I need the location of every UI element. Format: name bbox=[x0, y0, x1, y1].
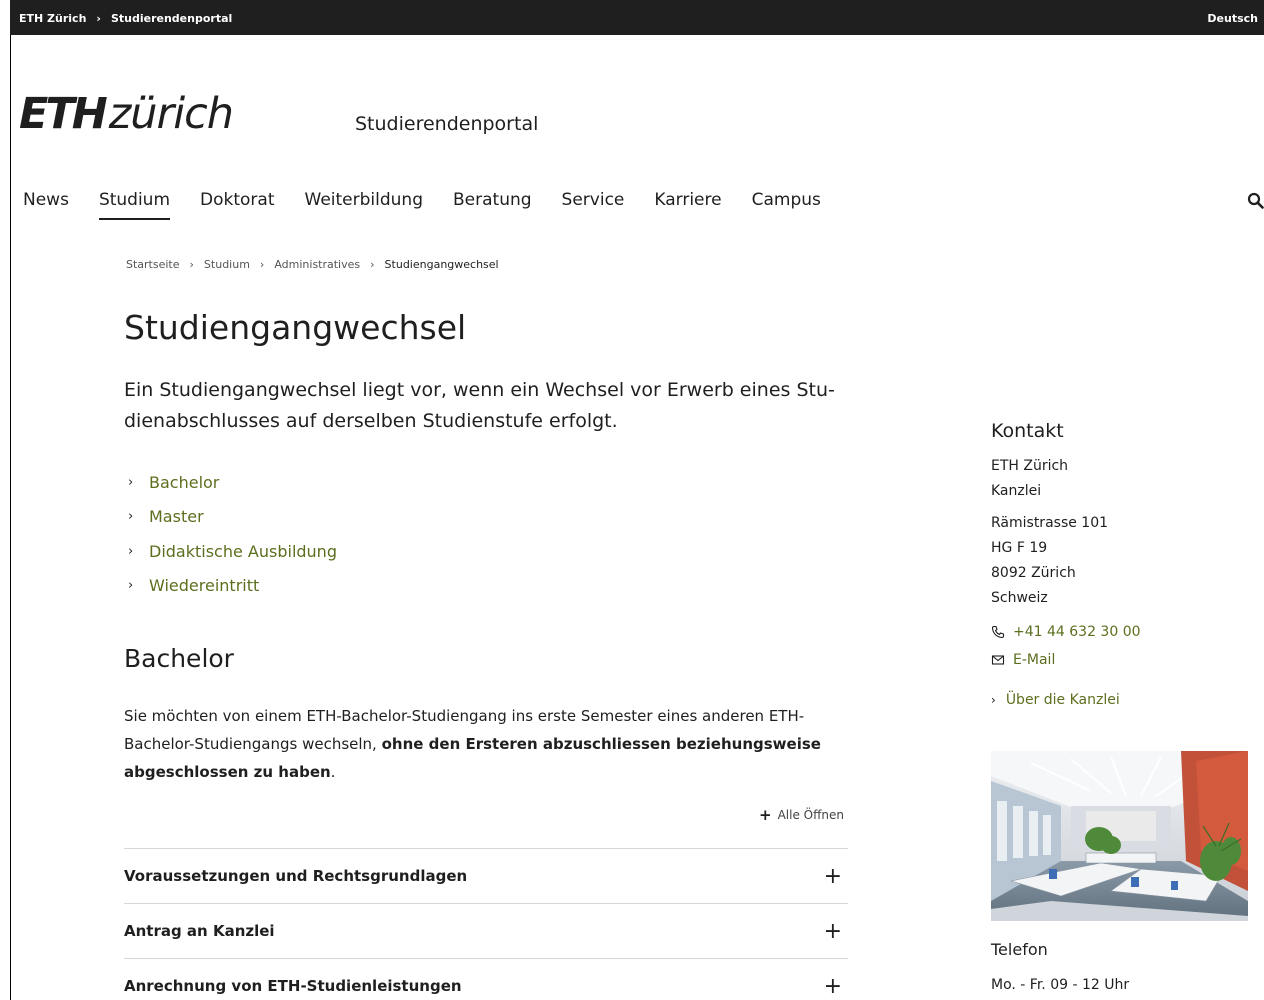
main-navigation: News Studium Doktorat Weiterbildung Bera… bbox=[23, 190, 851, 220]
chevron-right-icon: › bbox=[128, 578, 134, 594]
chevron-right-icon: › bbox=[991, 693, 996, 707]
anchor-link-didaktische-ausbildung[interactable]: › Didaktische Ausbildung bbox=[128, 534, 337, 569]
lead-line: Ein Studiengangwechsel liegt vor, wenn e… bbox=[124, 379, 835, 401]
anchor-label: Wiedereintritt bbox=[149, 576, 260, 596]
phone-number: +41 44 632 30 00 bbox=[1013, 624, 1141, 640]
chevron-right-icon: › bbox=[128, 509, 134, 525]
phone-hours: Mo. - Fr. 09 - 12 Uhr bbox=[991, 977, 1130, 993]
accordion-item-anrechnung[interactable]: Anrechnung von ETH-Studienleistungen + bbox=[124, 958, 848, 1000]
anchor-label: Bachelor bbox=[149, 472, 220, 492]
accordion-title: Anrechnung von ETH-Studienleistungen bbox=[124, 977, 462, 995]
plus-icon: + bbox=[823, 973, 842, 999]
breadcrumb-separator: › bbox=[259, 258, 265, 271]
anchor-link-wiedereintritt[interactable]: › Wiedereintritt bbox=[128, 569, 337, 604]
accordion-item-voraussetzungen[interactable]: Voraussetzungen und Rechtsgrundlagen + bbox=[124, 848, 848, 903]
breadcrumb-separator: › bbox=[370, 258, 375, 271]
anchor-label: Master bbox=[149, 507, 204, 527]
about-kanzlei-link[interactable]: › Über die Kanzlei bbox=[991, 692, 1249, 708]
top-crumb-separator: › bbox=[96, 12, 101, 25]
anchor-link-bachelor[interactable]: › Bachelor bbox=[128, 465, 337, 500]
nav-item-karriere[interactable]: Karriere bbox=[654, 190, 721, 220]
lead-text: Ein Studiengangwechsel liegt vor, wenn e… bbox=[124, 375, 844, 437]
address-line: Rämistrasse 101 bbox=[991, 515, 1109, 531]
breadcrumb-current: Studiengangwechsel bbox=[384, 258, 499, 271]
language-switch[interactable]: Deutsch bbox=[1207, 12, 1258, 25]
contact-heading: Kontakt bbox=[991, 420, 1064, 442]
nav-item-doktorat[interactable]: Doktorat bbox=[200, 190, 274, 220]
about-label: Über die Kanzlei bbox=[1005, 692, 1120, 708]
lead-line: dienabschlusses auf derselben Studienstu… bbox=[124, 410, 618, 432]
email-link[interactable]: E-Mail bbox=[991, 646, 1249, 674]
anchor-list: › Bachelor › Master › Didaktische Ausbil… bbox=[128, 465, 337, 603]
breadcrumb-administratives[interactable]: Administratives bbox=[274, 258, 360, 271]
frame-border bbox=[10, 0, 11, 1000]
plus-icon: + bbox=[823, 863, 842, 889]
top-crumb-portal[interactable]: Studierendenportal bbox=[111, 12, 232, 25]
anchor-label: Didaktische Ausbildung bbox=[149, 541, 337, 561]
nav-item-campus[interactable]: Campus bbox=[752, 190, 821, 220]
nav-item-service[interactable]: Service bbox=[562, 190, 625, 220]
page-title: Studiengangwechsel bbox=[124, 308, 467, 347]
breadcrumb-studium[interactable]: Studium bbox=[204, 258, 250, 271]
nav-item-studium[interactable]: Studium bbox=[98, 190, 171, 220]
section-text: Sie möchten von einem ETH-Bachelor-Studi… bbox=[124, 702, 844, 786]
nav-item-news[interactable]: News bbox=[23, 190, 69, 220]
anchor-link-master[interactable]: › Master bbox=[128, 500, 337, 535]
phone-link[interactable]: +41 44 632 30 00 bbox=[991, 618, 1249, 646]
address-line: HG F 19 bbox=[991, 540, 1048, 556]
mail-icon bbox=[991, 655, 1005, 665]
accordion-item-antrag[interactable]: Antrag an Kanzlei + bbox=[124, 903, 848, 958]
accordion-title: Antrag an Kanzlei bbox=[124, 922, 275, 940]
contact-org: ETH Zürich bbox=[991, 458, 1069, 474]
accordion: Voraussetzungen und Rechtsgrundlagen + A… bbox=[124, 848, 848, 1000]
plus-icon: + bbox=[823, 918, 842, 944]
chevron-right-icon: › bbox=[128, 474, 134, 490]
plus-icon: + bbox=[759, 806, 772, 824]
nav-item-beratung[interactable]: Beratung bbox=[453, 190, 532, 220]
section-text-end: . bbox=[330, 763, 336, 781]
top-crumb-eth[interactable]: ETH Zürich bbox=[19, 12, 86, 25]
chevron-right-icon: › bbox=[128, 543, 134, 559]
open-all-label: Alle Öffnen bbox=[777, 808, 844, 822]
address-line: 8092 Zürich bbox=[991, 565, 1076, 581]
accordion-title: Voraussetzungen und Rechtsgrundlagen bbox=[124, 867, 468, 885]
search-icon[interactable] bbox=[1247, 192, 1264, 209]
eth-logo[interactable]: ETH zürich bbox=[19, 89, 234, 139]
open-all-button[interactable]: + Alle Öffnen bbox=[759, 806, 844, 824]
email-label: E-Mail bbox=[1013, 652, 1056, 668]
nav-item-weiterbildung[interactable]: Weiterbildung bbox=[305, 190, 423, 220]
contact-department: Kanzlei bbox=[991, 483, 1042, 499]
top-bar: ETH Zürich › Studierendenportal Deutsch bbox=[10, 0, 1264, 35]
breadcrumb-separator: › bbox=[189, 258, 194, 271]
breadcrumb-startseite[interactable]: Startseite bbox=[126, 258, 180, 271]
kanzlei-office-photo bbox=[991, 751, 1248, 921]
breadcrumb: Startseite › Studium › Administratives ›… bbox=[126, 258, 499, 271]
phone-icon bbox=[991, 625, 1005, 639]
top-breadcrumb: ETH Zürich › Studierendenportal bbox=[19, 12, 232, 25]
contact-sidebar: Kontakt ETH Zürich Kanzlei Rämistrasse 1… bbox=[991, 420, 1249, 708]
address-line: Schweiz bbox=[991, 590, 1048, 606]
section-heading-bachelor: Bachelor bbox=[124, 644, 234, 673]
portal-title[interactable]: Studierendenportal bbox=[355, 113, 538, 135]
phone-hours-heading: Telefon bbox=[991, 940, 1048, 959]
logo-zurich: zürich bbox=[108, 89, 234, 139]
logo-eth: ETH bbox=[19, 89, 108, 139]
